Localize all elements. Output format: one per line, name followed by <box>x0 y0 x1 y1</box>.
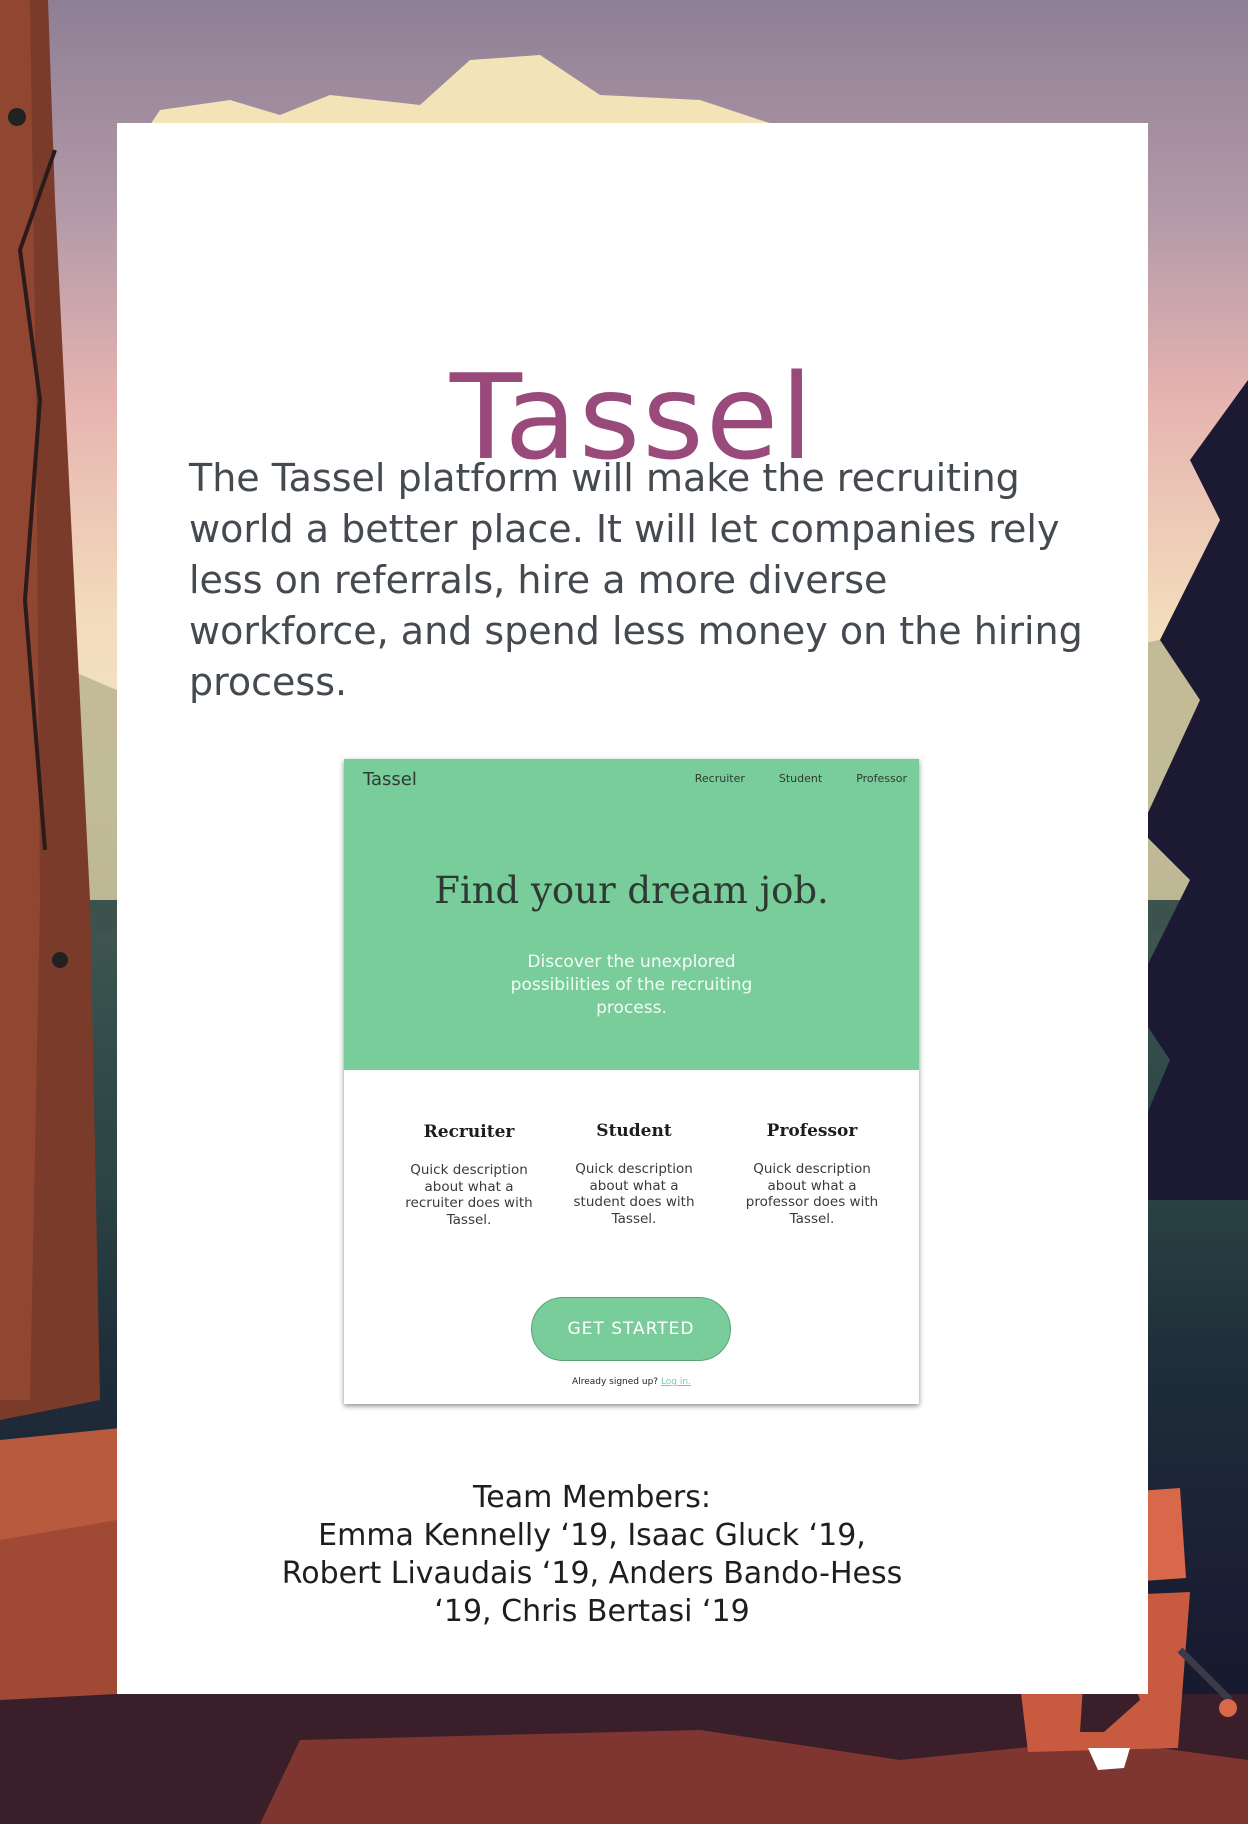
login-link[interactable]: Log in. <box>661 1377 691 1387</box>
role-title: Recruiter <box>423 1122 515 1142</box>
role-description: Quick description about what a professor… <box>745 1161 879 1227</box>
team-credits: Team Members: Emma Kennelly ‘19, Isaac G… <box>267 1479 917 1631</box>
mockup-subheadline: Discover the unexplored possibilities of… <box>510 952 753 1018</box>
nav-link-student[interactable]: Student <box>779 772 822 785</box>
mockup-brand-link[interactable]: Tassel <box>363 769 417 790</box>
role-description: Quick description about what a student d… <box>573 1161 695 1227</box>
role-title: Student <box>596 1121 672 1141</box>
website-mockup: Tassel Recruiter Student Professor Find … <box>344 759 919 1404</box>
branch-node <box>52 952 68 968</box>
mockup-nav: Recruiter Student Professor <box>695 772 907 785</box>
get-started-button[interactable]: GET STARTED <box>531 1297 731 1361</box>
role-card-student: Student Quick description about what a s… <box>564 1121 704 1227</box>
role-title: Professor <box>766 1121 858 1141</box>
signup-prompt: Already signed up? Log in. <box>344 1377 919 1387</box>
role-card-professor: Professor Quick description about what a… <box>742 1121 882 1227</box>
team-names: Emma Kennelly ‘19, Isaac Gluck ‘19, Robe… <box>281 1518 903 1629</box>
poster-description: The Tassel platform will make the recrui… <box>189 456 1083 704</box>
poster-card: Tassel The Tassel platform will make the… <box>117 123 1148 1694</box>
team-label: Team Members: <box>473 1480 711 1515</box>
mockup-headline: Find your dream job. <box>434 869 829 912</box>
nav-link-professor[interactable]: Professor <box>856 772 907 785</box>
nav-link-recruiter[interactable]: Recruiter <box>695 772 745 785</box>
mockup-hero: Tassel Recruiter Student Professor Find … <box>344 759 919 1070</box>
role-description: Quick description about what a recruiter… <box>405 1162 533 1228</box>
role-card-recruiter: Recruiter Quick description about what a… <box>399 1122 539 1228</box>
signup-prompt-text: Already signed up? <box>572 1377 659 1387</box>
branch-node <box>8 108 26 126</box>
